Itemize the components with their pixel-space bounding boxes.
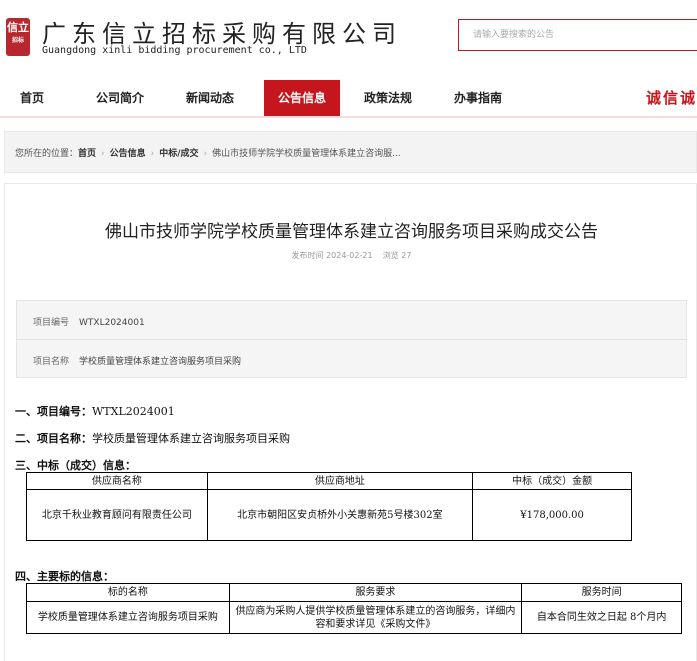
logo-subtext: 招标	[11, 37, 24, 44]
table-row: 学校质量管理体系建立咨询服务项目采购 供应商为采购人提供学校质量管理体系建立的咨…	[26, 601, 682, 634]
table-header-cell: 服务时间	[521, 583, 682, 602]
nav-item-home[interactable]: 首页	[20, 80, 44, 116]
nav-item-announcements[interactable]: 公告信息	[264, 80, 340, 116]
breadcrumb-separator-icon: ›	[203, 149, 208, 159]
publish-date: 2024-02-21	[326, 251, 373, 260]
table-header-cell: 供应商地址	[206, 472, 474, 490]
table-cell: 供应商为采购人提供学校质量管理体系建立的咨询服务，详细内容和要求详见《采购文件》	[228, 601, 523, 634]
article-meta: 发布时间 2024-02-21 浏览 27	[5, 250, 697, 261]
breadcrumb-item-home[interactable]: 首页	[78, 149, 96, 159]
nav-item-policies[interactable]: 政策法规	[364, 80, 412, 116]
breadcrumb: 您所在的位置：首页 › 公告信息 › 中标/成交 › 佛山市技师学院学校质量管理体系建立咨询…	[15, 146, 401, 159]
info-divider	[17, 339, 686, 340]
table-cell: 北京市朝阳区安贞桥外小关惠新苑5号楼302室	[206, 489, 474, 541]
breadcrumb-separator-icon: ›	[101, 149, 105, 159]
item-table: 标的名称 服务要求 服务时间 学校质量管理体系建立咨询服务项目采购 供应商为采购…	[26, 583, 682, 634]
info-value: WTXL2024001	[79, 318, 145, 328]
section-award-info: 三、中标（成交）信息：	[15, 457, 136, 473]
views-label: 浏览	[382, 251, 399, 260]
breadcrumb-item-award[interactable]: 中标/成交	[159, 149, 198, 159]
breadcrumb-separator-icon: ›	[150, 149, 155, 159]
site-header: 信立 招标 广东信立招标采购有限公司 Guangdong xinli biddi…	[0, 0, 697, 80]
table-cell: ¥178,000.00	[472, 489, 632, 541]
section-project-name: 二、项目名称：学校质量管理体系建立咨询服务项目采购	[15, 430, 290, 446]
views-count: 27	[401, 251, 412, 260]
section-value: 学校质量管理体系建立咨询服务项目采购	[92, 432, 290, 445]
section-item-info: 四、主要标的信息：	[15, 568, 114, 584]
info-value: 学校质量管理体系建立咨询服务项目采购	[79, 357, 242, 367]
company-name-cn: 广东信立招标采购有限公司	[42, 20, 402, 48]
award-table: 供应商名称 供应商地址 中标（成交）金额 北京千秋业教育顾问有限责任公司 北京市…	[26, 472, 632, 541]
nav-slogan: 诚信诚	[646, 89, 697, 107]
table-row: 北京千秋业教育顾问有限责任公司 北京市朝阳区安贞桥外小关惠新苑5号楼302室 ¥…	[26, 489, 632, 541]
table-header-cell: 中标（成交）金额	[472, 472, 632, 490]
info-label: 项目名称	[33, 357, 70, 367]
section-label: 四、主要标的信息：	[15, 570, 114, 583]
section-label: 一、项目编号：	[15, 405, 92, 418]
article-title: 佛山市技师学院学校质量管理体系建立咨询服务项目采购成交公告	[105, 222, 598, 242]
table-header-row: 供应商名称 供应商地址 中标（成交）金额	[26, 472, 632, 490]
breadcrumb-prefix: 您所在的位置：	[15, 149, 79, 159]
nav-item-guide[interactable]: 办事指南	[454, 80, 502, 116]
search-box	[458, 19, 697, 51]
company-logo[interactable]: 信立 招标	[6, 18, 30, 56]
info-label: 项目编号	[33, 318, 70, 328]
info-row-project-no: 项目编号 WTXL2024001	[33, 315, 145, 328]
nav-item-news[interactable]: 新闻动态	[186, 80, 234, 116]
table-header-cell: 供应商名称	[26, 472, 208, 490]
table-header-cell: 服务要求	[228, 583, 523, 602]
nav-divider	[0, 116, 697, 118]
project-info-box: 项目编号 WTXL2024001 项目名称 学校质量管理体系建立咨询服务项目采购	[16, 300, 687, 378]
nav-item-about[interactable]: 公司简介	[96, 80, 144, 116]
table-header-row: 标的名称 服务要求 服务时间	[26, 583, 682, 602]
main-nav: 首页 公司简介 新闻动态 公告信息 政策法规 办事指南 诚信诚	[0, 80, 697, 116]
section-value: WTXL2024001	[92, 405, 175, 418]
table-cell: 自本合同生效之日起 8个月内	[521, 601, 682, 634]
company-name-en: Guangdong xinli bidding procurement co.,…	[42, 45, 307, 56]
table-cell: 北京千秋业教育顾问有限责任公司	[26, 489, 208, 541]
table-cell: 学校质量管理体系建立咨询服务项目采购	[26, 601, 230, 634]
section-label: 二、项目名称：	[15, 432, 92, 445]
info-row-project-name: 项目名称 学校质量管理体系建立咨询服务项目采购	[33, 354, 241, 367]
breadcrumb-item-announcements[interactable]: 公告信息	[110, 149, 146, 159]
table-header-cell: 标的名称	[26, 583, 230, 602]
publish-label: 发布时间	[291, 251, 324, 260]
article-card: 佛山市技师学院学校质量管理体系建立咨询服务项目采购成交公告 发布时间 2024-…	[4, 183, 697, 661]
section-project-no: 一、项目编号：WTXL2024001	[15, 403, 175, 419]
section-label: 三、中标（成交）信息：	[15, 459, 136, 472]
breadcrumb-item-current: 佛山市技师学院学校质量管理体系建立咨询服...	[212, 149, 401, 159]
breadcrumb-bar: 您所在的位置：首页 › 公告信息 › 中标/成交 › 佛山市技师学院学校质量管理体系建立咨询…	[4, 131, 697, 173]
search-input[interactable]	[459, 20, 697, 50]
logo-text: 信立	[7, 21, 29, 34]
